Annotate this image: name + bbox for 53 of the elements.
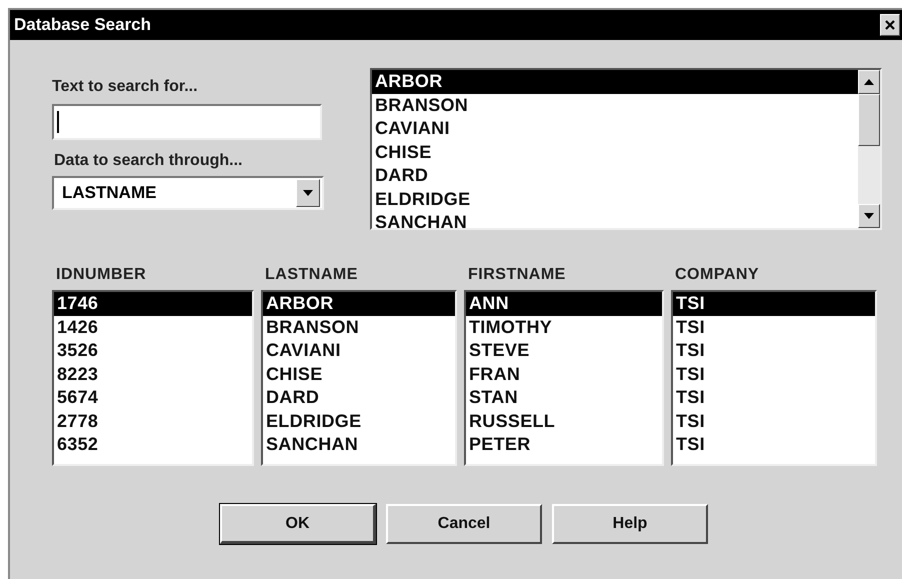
list-item[interactable]: CAVIANI	[263, 339, 455, 362]
list-item[interactable]: ARBOR	[372, 70, 858, 94]
list-item[interactable]: SANCHAN	[372, 211, 858, 228]
list-item[interactable]: 8223	[54, 362, 252, 386]
list-item[interactable]: TSI	[673, 292, 875, 316]
scroll-up-icon	[864, 79, 874, 85]
list-item[interactable]: 5674	[54, 386, 252, 410]
list-item[interactable]: BRANSON	[263, 316, 455, 339]
list-item[interactable]: 3526	[54, 339, 252, 362]
list-item[interactable]: DARD	[372, 164, 858, 188]
list-item[interactable]: TSI	[673, 316, 875, 339]
list-item[interactable]: CHISE	[372, 140, 858, 164]
list-item[interactable]: RUSSELL	[466, 410, 662, 433]
list-item[interactable]: STAN	[466, 386, 662, 410]
list-item[interactable]: ARBOR	[263, 292, 455, 316]
list-item[interactable]: FRAN	[466, 362, 662, 386]
list-item[interactable]: 2778	[54, 410, 252, 433]
column-heading: IDNUMBER	[55, 266, 148, 284]
list-item[interactable]: CAVIANI	[372, 117, 858, 140]
column-heading: LASTNAME	[264, 266, 359, 284]
field-label: Text to search for...	[52, 78, 199, 96]
list-item[interactable]: STEVE	[466, 339, 662, 362]
list-item[interactable]: 1746	[54, 292, 252, 316]
list-item[interactable]: TSI	[673, 433, 875, 456]
dialog-button[interactable]: OK	[220, 504, 376, 544]
field-dropdown[interactable]: LASTNAME	[52, 176, 324, 210]
list-item[interactable]: ELDRIDGE	[263, 410, 455, 433]
window-title: Database Search	[14, 15, 152, 35]
column-heading: FIRSTNAME	[467, 266, 567, 284]
search-field[interactable]	[52, 104, 322, 140]
list-item[interactable]: TSI	[673, 362, 875, 386]
column-heading: COMPANY	[674, 266, 760, 284]
list-item[interactable]: TIMOTHY	[466, 316, 662, 339]
list-item[interactable]: BRANSON	[372, 94, 858, 117]
list-item[interactable]: 1426	[54, 316, 252, 339]
list-item[interactable]: CHISE	[263, 362, 455, 386]
dropdown-label: Data to search through...	[54, 152, 244, 170]
list-item[interactable]: TSI	[673, 339, 875, 362]
close-icon	[884, 19, 896, 31]
close-button[interactable]	[880, 14, 900, 36]
list-item[interactable]: ELDRIDGE	[372, 188, 858, 211]
list-item[interactable]: 6352	[54, 433, 252, 456]
list-item[interactable]: DARD	[263, 386, 455, 410]
list-item[interactable]: TSI	[673, 386, 875, 410]
list-item[interactable]: ANN	[466, 292, 662, 316]
dialog-button[interactable]: Cancel	[386, 504, 542, 544]
dropdown-arrow-icon	[303, 190, 313, 196]
list-item[interactable]: TSI	[673, 410, 875, 433]
list-item[interactable]: PETER	[466, 433, 662, 456]
scroll-down-icon	[864, 213, 874, 219]
dialog-button[interactable]: Help	[552, 504, 708, 544]
scrollbar[interactable]	[858, 70, 880, 228]
list-item[interactable]: SANCHAN	[263, 433, 455, 456]
